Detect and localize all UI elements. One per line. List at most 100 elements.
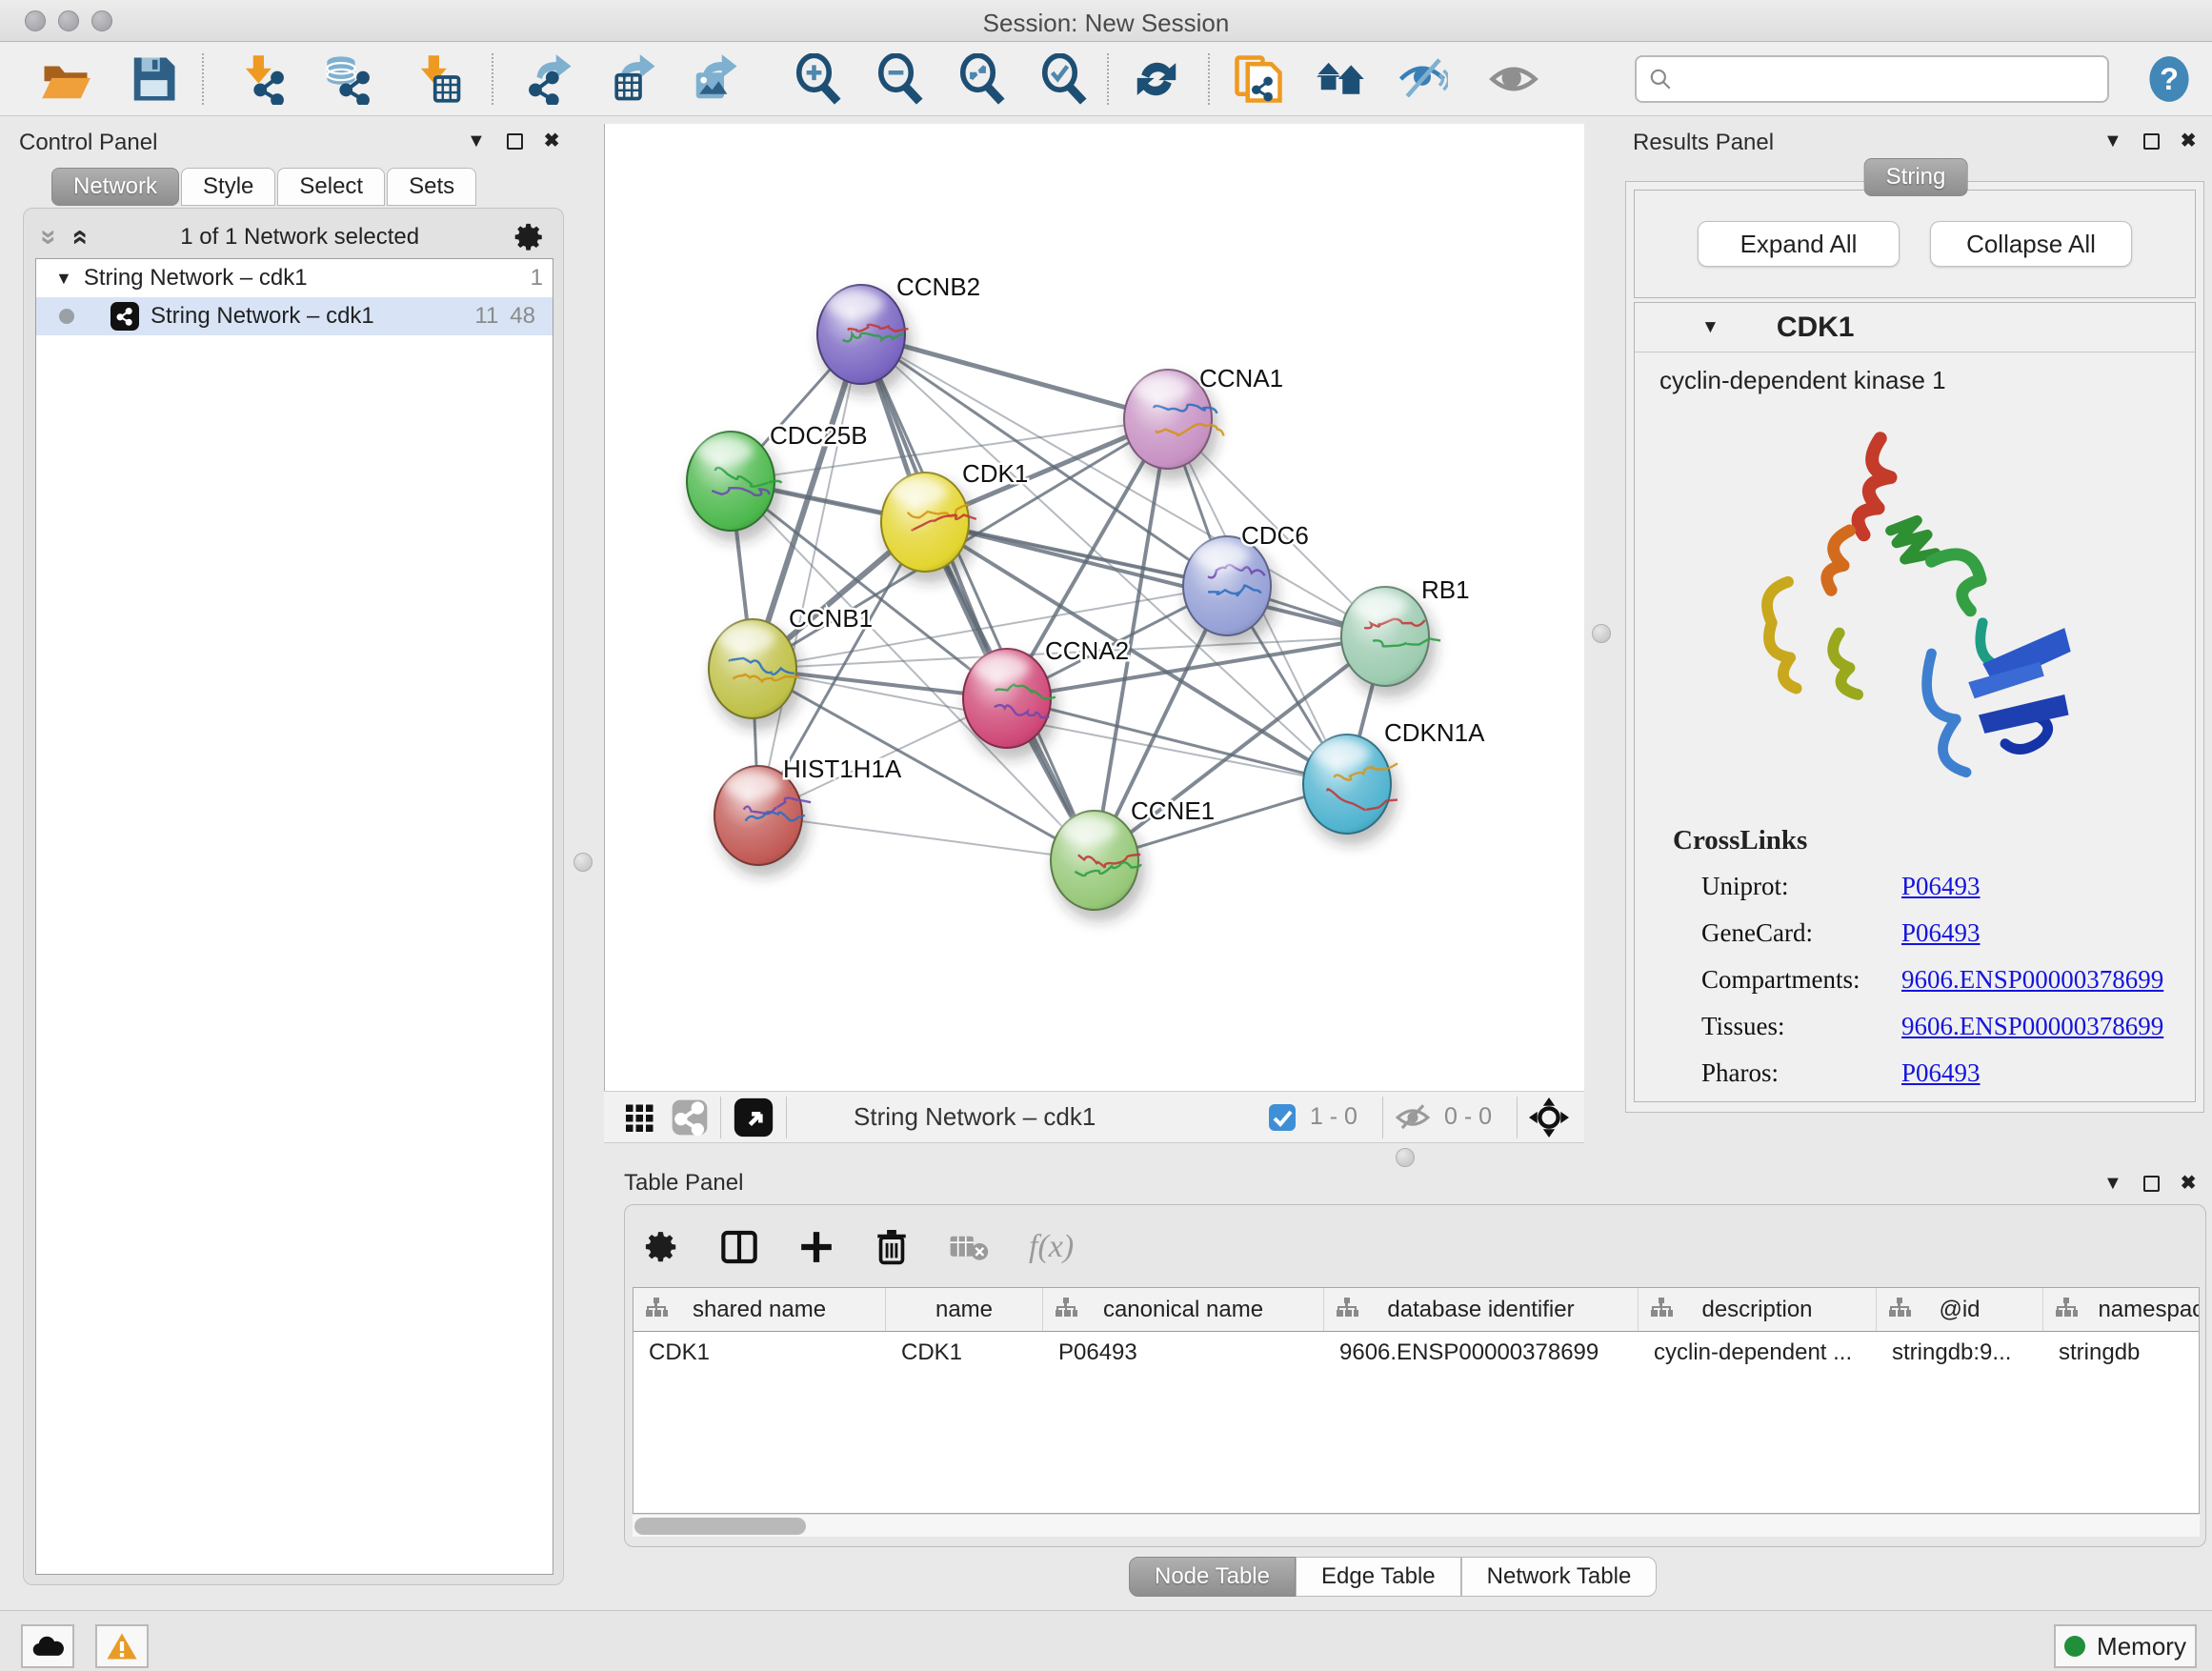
collapse-all-networks-icon[interactable]: » bbox=[32, 230, 65, 246]
collection-expand-icon[interactable]: ▼ bbox=[55, 269, 72, 289]
column-header-database-identifier[interactable]: database identifier bbox=[1324, 1288, 1639, 1331]
tab-style[interactable]: Style bbox=[181, 168, 275, 206]
zoom-fit-button[interactable] bbox=[955, 51, 1010, 107]
float-results-icon[interactable]: ▼ bbox=[2103, 131, 2122, 151]
tab-edge-table[interactable]: Edge Table bbox=[1296, 1557, 1461, 1597]
expand-all-button[interactable]: Expand All bbox=[1698, 221, 1900, 267]
add-column-icon[interactable] bbox=[798, 1229, 835, 1265]
maximize-table-icon[interactable] bbox=[2143, 1176, 2160, 1192]
table-row[interactable]: CDK1CDK1P064939606.ENSP00000378699cyclin… bbox=[633, 1332, 2199, 1376]
gene-header[interactable]: ▼ CDK1 bbox=[1635, 303, 2195, 352]
close-panel-icon[interactable]: ✖ bbox=[544, 131, 560, 151]
crosslink-link[interactable]: P06493 bbox=[1901, 1058, 1981, 1088]
delete-column-icon[interactable] bbox=[875, 1228, 909, 1266]
right-splitter-handle[interactable] bbox=[1592, 624, 1611, 643]
show-columns-icon[interactable] bbox=[720, 1228, 758, 1266]
network-row-selected[interactable]: String Network – cdk1 11 48 bbox=[36, 297, 553, 335]
maximize-panel-icon[interactable] bbox=[507, 133, 523, 150]
hidden-eye-icon[interactable] bbox=[1395, 1101, 1431, 1134]
refresh-button[interactable] bbox=[1129, 51, 1184, 107]
help-button[interactable]: ? bbox=[2142, 51, 2197, 107]
crosslink-link[interactable]: P06493 bbox=[1901, 918, 1981, 948]
table-options-gear-icon[interactable] bbox=[644, 1229, 680, 1265]
close-results-icon[interactable]: ✖ bbox=[2181, 131, 2197, 151]
close-table-icon[interactable]: ✖ bbox=[2181, 1174, 2197, 1193]
table-cell[interactable]: P06493 bbox=[1043, 1332, 1324, 1376]
table-tabs: Node TableEdge TableNetwork Table bbox=[1129, 1557, 1657, 1597]
warnings-button[interactable] bbox=[95, 1624, 149, 1668]
grid-view-icon[interactable] bbox=[623, 1100, 657, 1135]
crosslink-link[interactable]: P06493 bbox=[1901, 872, 1981, 901]
edge-CDK1-RB1[interactable] bbox=[925, 522, 1385, 636]
node-CCNA2[interactable] bbox=[963, 649, 1057, 759]
column-header-namespace[interactable]: namespace bbox=[2043, 1288, 2200, 1331]
memory-button[interactable]: Memory bbox=[2054, 1624, 2197, 1668]
attribute-tree-icon bbox=[1055, 1298, 1077, 1319]
tab-network-table[interactable]: Network Table bbox=[1461, 1557, 1658, 1597]
column-header-name[interactable]: name bbox=[886, 1288, 1043, 1331]
zoom-selected-button[interactable] bbox=[1036, 51, 1092, 107]
selected-nodes-checkbox-icon[interactable] bbox=[1268, 1103, 1297, 1132]
import-network-button[interactable] bbox=[236, 51, 292, 107]
fit-content-icon[interactable] bbox=[733, 1097, 774, 1138]
expand-all-networks-icon[interactable]: » bbox=[62, 230, 94, 246]
tab-select[interactable]: Select bbox=[277, 168, 385, 206]
export-table-button[interactable] bbox=[606, 51, 661, 107]
export-image-button[interactable] bbox=[688, 51, 743, 107]
table-cell[interactable]: stringdb bbox=[2043, 1332, 2200, 1376]
network-canvas[interactable]: CCNB2CCNA1CDC25BCDK1CDC6RB1CCNB1CCNA2CDK… bbox=[604, 124, 1584, 1091]
node-CDC25B[interactable] bbox=[687, 432, 782, 542]
float-panel-icon[interactable]: ▼ bbox=[467, 131, 486, 151]
network-collection-row[interactable]: ▼ String Network – cdk1 1 bbox=[36, 259, 553, 297]
maximize-results-icon[interactable] bbox=[2143, 133, 2160, 150]
zoom-in-button[interactable] bbox=[791, 51, 846, 107]
search-input[interactable] bbox=[1680, 66, 2081, 92]
left-splitter-handle[interactable] bbox=[573, 853, 593, 872]
hide-selected-button[interactable] bbox=[1395, 51, 1450, 107]
table-cell[interactable]: 9606.ENSP00000378699 bbox=[1324, 1332, 1639, 1376]
import-table-button[interactable] bbox=[412, 51, 467, 107]
node-CDC6[interactable] bbox=[1183, 536, 1277, 647]
duplicate-network-button[interactable] bbox=[1231, 51, 1286, 107]
cloud-button[interactable] bbox=[21, 1624, 74, 1668]
save-session-button[interactable] bbox=[126, 51, 181, 107]
collapse-all-button[interactable]: Collapse All bbox=[1930, 221, 2132, 267]
first-neighbors-button[interactable] bbox=[1313, 51, 1368, 107]
node-CCNB2[interactable] bbox=[817, 285, 912, 395]
float-table-icon[interactable]: ▼ bbox=[2103, 1174, 2122, 1193]
scrollbar-thumb[interactable] bbox=[634, 1518, 806, 1535]
network-graph[interactable]: CCNB2CCNA1CDC25BCDK1CDC6RB1CCNB1CCNA2CDK… bbox=[605, 124, 1585, 1091]
column-header-shared-name[interactable]: shared name bbox=[633, 1288, 886, 1331]
open-session-button[interactable] bbox=[38, 51, 93, 107]
crosslink-link[interactable]: 9606.ENSP00000378699 bbox=[1901, 1012, 2163, 1041]
edge-HIST1H1A-CCNE1[interactable] bbox=[758, 815, 1095, 860]
column-header--id[interactable]: @id bbox=[1877, 1288, 2043, 1331]
search-box[interactable] bbox=[1635, 55, 2109, 103]
tab-node-table[interactable]: Node Table bbox=[1129, 1557, 1296, 1597]
edge-CCNA2-CDKN1A[interactable] bbox=[1007, 698, 1347, 784]
zoom-out-button[interactable] bbox=[873, 51, 928, 107]
gene-collapse-icon[interactable]: ▼ bbox=[1701, 317, 1719, 338]
bottom-splitter-handle[interactable] bbox=[1396, 1148, 1415, 1167]
table-cell[interactable]: CDK1 bbox=[886, 1332, 1043, 1376]
birdseye-view-icon[interactable] bbox=[1529, 1097, 1569, 1137]
network-view-icon[interactable] bbox=[671, 1098, 709, 1137]
export-network-button[interactable] bbox=[522, 51, 577, 107]
network-options-gear-icon[interactable] bbox=[513, 221, 546, 253]
table-cell[interactable]: CDK1 bbox=[633, 1332, 886, 1376]
table-horizontal-scrollbar[interactable] bbox=[633, 1514, 2200, 1537]
import-database-button[interactable] bbox=[322, 51, 377, 107]
crosslink-link[interactable]: 9606.ENSP00000378699 bbox=[1901, 965, 2163, 995]
tab-string[interactable]: String bbox=[1864, 158, 1968, 196]
column-header-description[interactable]: description bbox=[1639, 1288, 1877, 1331]
node-CDKN1A[interactable] bbox=[1303, 735, 1398, 845]
column-header-canonical-name[interactable]: canonical name bbox=[1043, 1288, 1324, 1331]
node-CCNE1[interactable] bbox=[1051, 811, 1145, 921]
table-cell[interactable]: stringdb:9... bbox=[1877, 1332, 2043, 1376]
tab-network[interactable]: Network bbox=[51, 168, 179, 206]
edge-CCNB2-HIST1H1A[interactable] bbox=[758, 334, 861, 815]
table-cell[interactable]: cyclin-dependent ... bbox=[1639, 1332, 1877, 1376]
tab-sets[interactable]: Sets bbox=[387, 168, 476, 206]
node-CDK1[interactable] bbox=[881, 473, 976, 583]
show-all-button[interactable] bbox=[1486, 51, 1541, 107]
